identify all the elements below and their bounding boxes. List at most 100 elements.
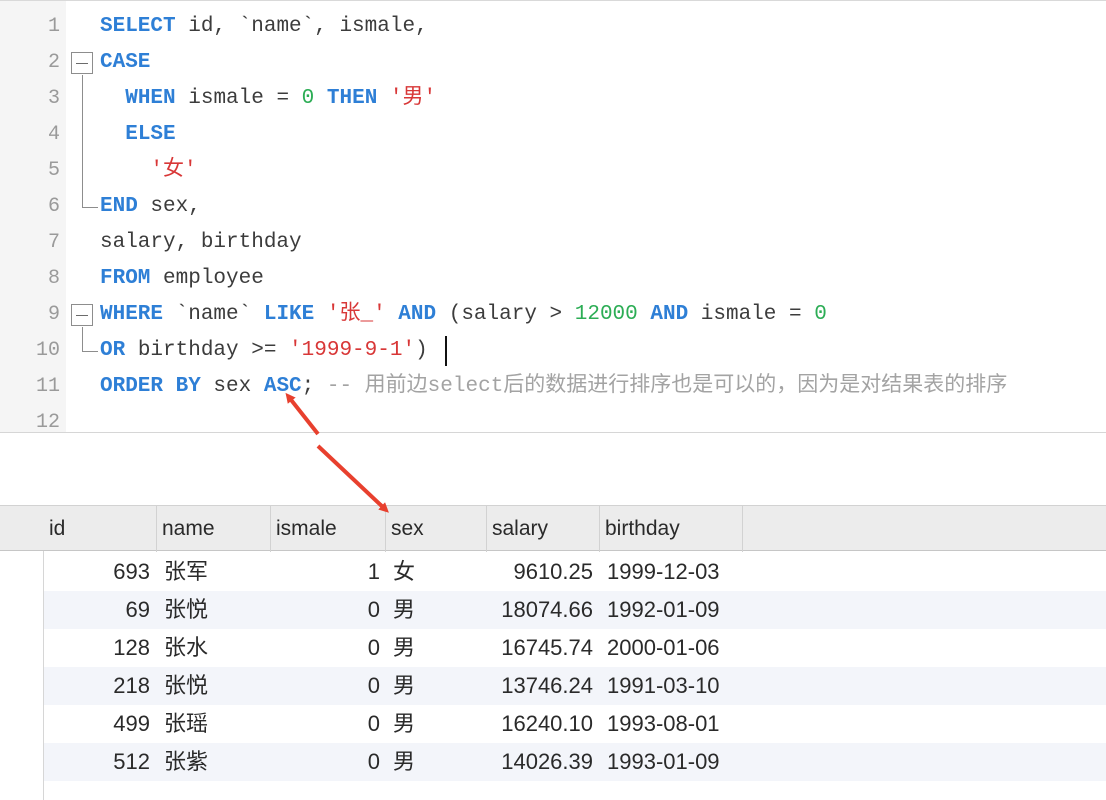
line-number: 10 (35, 339, 60, 362)
code-line[interactable]: CASE (100, 45, 150, 81)
line-number: 3 (47, 87, 60, 110)
code-line[interactable]: OR birthday >= '1999-9-1') (100, 333, 428, 369)
cell-name[interactable]: 张悦 (164, 667, 264, 705)
line-number: 6 (47, 195, 60, 218)
sql-keyword: LIKE (263, 303, 315, 326)
sql-text: sex (200, 375, 264, 398)
cell-salary[interactable]: 14026.39 (480, 743, 593, 781)
code-line[interactable]: salary, birthday (100, 225, 302, 261)
code-line[interactable]: WHERE `name` LIKE '张_' AND (salary > 120… (100, 297, 827, 333)
sql-string: '女' (150, 159, 197, 182)
cell-birthday[interactable]: 1993-01-09 (607, 743, 757, 781)
sql-text: employee (150, 267, 264, 290)
sql-keyword: END (100, 195, 138, 218)
sql-text: birthday >= (125, 339, 290, 362)
sql-string: '男' (389, 87, 437, 110)
sql-keyword: AND (650, 303, 689, 326)
cell-name[interactable]: 张紫 (164, 743, 264, 781)
cell-sex[interactable]: 男 (393, 629, 453, 667)
cell-id[interactable]: 512 (44, 743, 150, 781)
table-row[interactable]: 512 张紫 0 男 14026.39 1993-01-09 (44, 743, 1106, 781)
sql-keyword: WHEN (125, 87, 176, 110)
cell-salary[interactable]: 18074.66 (480, 591, 593, 629)
table-row[interactable]: 499 张瑶 0 男 16240.10 1993-08-01 (44, 705, 1106, 743)
sql-string: '1999-9-1' (289, 339, 416, 362)
cell-birthday[interactable]: 2000-01-06 (607, 629, 757, 667)
cell-salary[interactable]: 16745.74 (480, 629, 593, 667)
cell-name[interactable]: 张水 (164, 629, 264, 667)
cell-sex[interactable]: 男 (393, 667, 453, 705)
column-header-id[interactable]: id (44, 506, 157, 552)
cell-name[interactable]: 张悦 (164, 591, 264, 629)
sql-keyword: SELECT (100, 15, 176, 38)
sql-number: 0 (301, 87, 315, 110)
column-header-salary[interactable]: salary (487, 506, 600, 552)
sql-string: '张_' (326, 303, 386, 326)
sql-text: sex, (137, 195, 201, 218)
table-row[interactable]: 218 张悦 0 男 13746.24 1991-03-10 (44, 667, 1106, 705)
table-row[interactable]: 128 张水 0 男 16745.74 2000-01-06 (44, 629, 1106, 667)
code-line[interactable]: ELSE (100, 117, 176, 153)
line-number: 5 (47, 159, 60, 182)
cell-sex[interactable]: 女 (393, 553, 453, 591)
cell-ismale[interactable]: 0 (276, 667, 380, 705)
sql-keyword: OR (100, 339, 126, 362)
cell-ismale[interactable]: 1 (276, 553, 380, 591)
cell-ismale[interactable]: 0 (276, 591, 380, 629)
cell-sex[interactable]: 男 (393, 705, 453, 743)
cell-id[interactable]: 693 (44, 553, 150, 591)
column-header-sex[interactable]: sex (386, 506, 487, 552)
line-number: 8 (47, 267, 60, 290)
fold-end-marker (82, 207, 98, 208)
cell-id[interactable]: 218 (44, 667, 150, 705)
cell-salary[interactable]: 16240.10 (480, 705, 593, 743)
sql-editor[interactable]: 1 2 3 4 5 6 7 8 9 10 11 12 SELECT id, `name`, ismal… (0, 0, 1106, 434)
cell-name[interactable]: 张瑶 (164, 705, 264, 743)
cell-birthday[interactable]: 1991-03-10 (607, 667, 757, 705)
sql-text: `name` (163, 303, 264, 326)
column-header-birthday[interactable]: birthday (600, 506, 743, 552)
sql-keyword: AND (398, 303, 437, 326)
cell-salary[interactable]: 13746.24 (480, 667, 593, 705)
cell-birthday[interactable]: 1999-12-03 (607, 553, 757, 591)
code-line[interactable]: END sex, (100, 189, 201, 225)
cell-birthday[interactable]: 1993-08-01 (607, 705, 757, 743)
cell-ismale[interactable]: 0 (276, 743, 380, 781)
fold-toggle-case-icon[interactable] (71, 52, 93, 74)
code-line[interactable]: '女' (100, 153, 197, 189)
cell-sex[interactable]: 男 (393, 743, 453, 781)
sql-text: (salary > (436, 303, 575, 326)
code-line[interactable]: SELECT id, `name`, ismale, (100, 9, 428, 45)
code-line[interactable]: FROM employee (100, 261, 264, 297)
sql-keyword: ASC (263, 375, 302, 398)
column-header-ismale[interactable]: ismale (271, 506, 386, 552)
cell-birthday[interactable]: 1992-01-09 (607, 591, 757, 629)
cell-id[interactable]: 128 (44, 629, 150, 667)
cell-sex[interactable]: 男 (393, 591, 453, 629)
column-header-name[interactable]: name (157, 506, 271, 552)
cell-name[interactable]: 张军 (164, 553, 264, 591)
cell-id[interactable]: 69 (44, 591, 150, 629)
cell-ismale[interactable]: 0 (276, 629, 380, 667)
line-number: 7 (47, 231, 60, 254)
sql-text: id, `name`, ismale, (175, 15, 428, 38)
sql-keyword: FROM (100, 267, 151, 290)
table-row[interactable]: 69 张悦 0 男 18074.66 1992-01-09 (44, 591, 1106, 629)
sql-number: 0 (814, 303, 827, 326)
cell-salary[interactable]: 9610.25 (480, 553, 593, 591)
sql-keyword: ORDER BY (100, 375, 201, 398)
table-row[interactable]: 693 张军 1 女 9610.25 1999-12-03 (44, 553, 1106, 591)
code-line[interactable]: WHEN ismale = 0 THEN '男' (100, 81, 436, 117)
fold-toggle-where-icon[interactable] (71, 304, 93, 326)
sql-text: ) (415, 339, 428, 362)
cell-id[interactable]: 499 (44, 705, 150, 743)
code-line[interactable]: ORDER BY sex ASC; -- 用前边select后的数据进行排序也是… (100, 369, 1007, 405)
sql-keyword: WHERE (100, 303, 164, 326)
sql-text: salary, birthday (100, 231, 302, 254)
sql-keyword: ELSE (125, 123, 176, 146)
cell-ismale[interactable]: 0 (276, 705, 380, 743)
fold-end-marker (82, 351, 98, 352)
